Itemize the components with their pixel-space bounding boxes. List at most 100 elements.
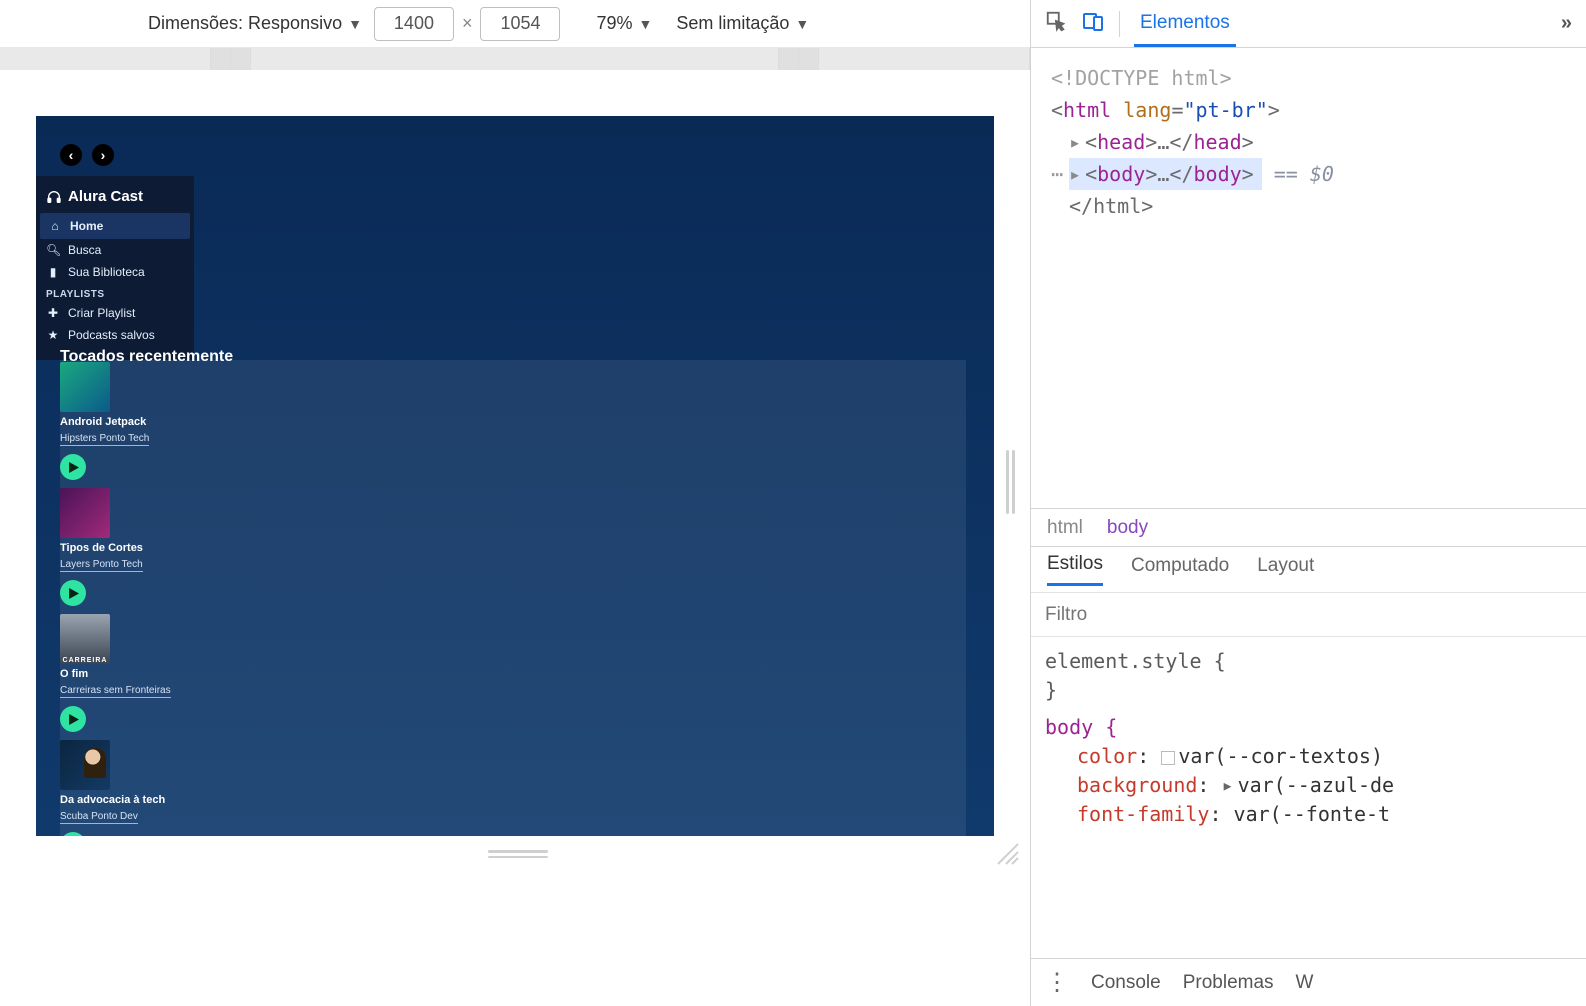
playlists-heading: PLAYLISTS	[36, 283, 194, 302]
tag-name: body	[1194, 162, 1242, 186]
tag-name: head	[1193, 130, 1241, 154]
podcast-subtitle: Scuba Ponto Dev	[60, 811, 138, 824]
tab-elements[interactable]: Elementos	[1134, 0, 1236, 47]
podcast-title: O fim	[60, 668, 210, 680]
styles-filter-input[interactable]	[1031, 593, 1586, 636]
viewport-width-input[interactable]	[374, 7, 454, 41]
search-icon: 🔍︎	[46, 243, 60, 257]
podcast-thumbnail	[60, 362, 110, 412]
page-frame: ‹ › Alura Cast ⌂ Home 🔍︎ Busca	[36, 116, 994, 836]
brand-text: Alura Cast	[68, 188, 143, 205]
zoom-dropdown[interactable]: 79% ▼	[596, 13, 652, 34]
corner-resize-handle[interactable]	[992, 838, 1020, 866]
drawer-tab-more[interactable]: W	[1296, 972, 1314, 994]
recently-played-list: Android Jetpack Hipsters Ponto Tech Tipo…	[60, 362, 210, 836]
podcast-thumbnail: CARREIRA	[60, 614, 110, 664]
css-property: font-family	[1077, 802, 1209, 826]
dimensions-label: Dimensões: Responsivo	[148, 13, 342, 34]
podcast-card[interactable]: Android Jetpack Hipsters Ponto Tech	[60, 362, 210, 480]
collapsed-ellipsis: …	[1157, 162, 1169, 186]
more-tabs-icon[interactable]: »	[1561, 12, 1572, 35]
drawer-tab-problems[interactable]: Problemas	[1183, 972, 1274, 994]
headphones-icon	[46, 189, 62, 205]
css-value: var(--cor-textos)	[1178, 744, 1383, 768]
css-declaration[interactable]: background: ▸var(--azul-de	[1045, 771, 1572, 800]
podcast-card[interactable]: Tipos de Cortes Layers Ponto Tech	[60, 488, 210, 606]
play-icon	[68, 714, 79, 725]
css-property: background	[1077, 773, 1197, 797]
play-button[interactable]	[60, 832, 86, 836]
play-button[interactable]	[60, 580, 86, 606]
sidebar: Alura Cast ⌂ Home 🔍︎ Busca ▮ Sua Bibliot…	[36, 176, 194, 360]
collapsed-ellipsis: …	[1157, 130, 1169, 154]
podcast-card[interactable]: CARREIRA O fim Carreiras sem Fronteiras	[60, 614, 210, 732]
css-property: color	[1077, 744, 1137, 768]
history-nav: ‹ ›	[60, 144, 114, 166]
play-button[interactable]	[60, 706, 86, 732]
throttling-label: Sem limitação	[676, 13, 789, 34]
thumbnail-text: CARREIRA	[63, 657, 108, 664]
tag-name: html	[1063, 98, 1111, 122]
breadcrumb-body[interactable]: body	[1107, 517, 1148, 539]
styles-filter	[1031, 592, 1586, 636]
sidebar-item-create-playlist[interactable]: ✚ Criar Playlist	[36, 302, 194, 324]
dimensions-dropdown[interactable]: Dimensões: Responsivo ▼	[148, 13, 362, 34]
horizontal-resize-handle[interactable]	[488, 850, 548, 858]
tab-layout[interactable]: Layout	[1257, 555, 1314, 585]
device-mode-icon[interactable]	[1081, 9, 1105, 38]
sidebar-item-label: Busca	[68, 243, 101, 257]
podcast-title: Tipos de Cortes	[60, 542, 210, 554]
play-button[interactable]	[60, 454, 86, 480]
drawer-kebab-icon[interactable]: ⋮	[1045, 968, 1069, 997]
css-declaration[interactable]: font-family: var(--fonte-t	[1045, 800, 1572, 829]
zoom-label: 79%	[596, 13, 632, 34]
devtools-drawer-tabs: ⋮ Console Problemas W	[1031, 958, 1586, 1006]
chevron-down-icon: ▼	[348, 16, 362, 32]
sidebar-item-saved-podcasts[interactable]: ★ Podcasts salvos	[36, 324, 194, 346]
expand-toggle-icon[interactable]: ▸	[1069, 126, 1081, 158]
css-declaration[interactable]: color: var(--cor-textos)	[1045, 742, 1572, 771]
play-icon	[68, 462, 79, 473]
viewport-size-inputs: ×	[374, 7, 561, 41]
tag-name: body	[1097, 162, 1145, 186]
dollar-zero-hint: == $0	[1274, 162, 1334, 186]
tab-computed[interactable]: Computado	[1131, 555, 1229, 585]
sidebar-item-search[interactable]: 🔍︎ Busca	[36, 239, 194, 261]
css-selector: body {	[1045, 715, 1117, 739]
plus-square-icon: ✚	[46, 306, 60, 320]
brand: Alura Cast	[36, 184, 194, 213]
css-value: var(--fonte-t	[1234, 802, 1391, 826]
expand-toggle-icon[interactable]: ▸	[1069, 158, 1081, 190]
sidebar-item-label: Criar Playlist	[68, 306, 135, 320]
doctype-node: <!DOCTYPE html>	[1051, 66, 1232, 90]
sidebar-item-home[interactable]: ⌂ Home	[40, 213, 190, 239]
attr-name: lang	[1123, 98, 1171, 122]
podcast-title: Android Jetpack	[60, 416, 210, 428]
sidebar-item-library[interactable]: ▮ Sua Biblioteca	[36, 261, 194, 283]
attr-value: "pt-br"	[1183, 98, 1267, 122]
breadcrumb-html[interactable]: html	[1047, 517, 1083, 539]
podcast-card[interactable]: Da advocacia à tech Scuba Ponto Dev	[60, 740, 210, 836]
back-button[interactable]: ‹	[60, 144, 82, 166]
viewport-height-input[interactable]	[480, 7, 560, 41]
color-swatch-icon[interactable]	[1161, 751, 1175, 765]
play-icon	[68, 588, 79, 599]
forward-button[interactable]: ›	[92, 144, 114, 166]
selected-dom-node[interactable]: ▸<body>…</body>	[1069, 158, 1262, 190]
inspect-element-icon[interactable]	[1045, 10, 1067, 37]
times-separator: ×	[462, 13, 473, 34]
vertical-resize-handle[interactable]	[1006, 450, 1018, 514]
devtools-top-tabs: Elementos »	[1031, 0, 1586, 48]
tab-styles[interactable]: Estilos	[1047, 553, 1103, 586]
element-style-selector: element.style {	[1045, 647, 1572, 676]
expand-shorthand-icon[interactable]: ▸	[1222, 773, 1234, 797]
dom-breadcrumb: html body	[1031, 508, 1586, 546]
styles-rules[interactable]: element.style { } body { color: var(--co…	[1031, 636, 1586, 958]
throttling-dropdown[interactable]: Sem limitação ▼	[676, 13, 809, 34]
css-value: var(--azul-de	[1238, 773, 1395, 797]
podcast-subtitle: Carreiras sem Fronteiras	[60, 685, 171, 698]
dom-tree[interactable]: <!DOCTYPE html> <html lang="pt-br"> ▸<he…	[1031, 48, 1586, 508]
sidebar-item-label: Sua Biblioteca	[68, 265, 145, 279]
drawer-tab-console[interactable]: Console	[1091, 972, 1161, 994]
podcast-thumbnail	[60, 740, 110, 790]
